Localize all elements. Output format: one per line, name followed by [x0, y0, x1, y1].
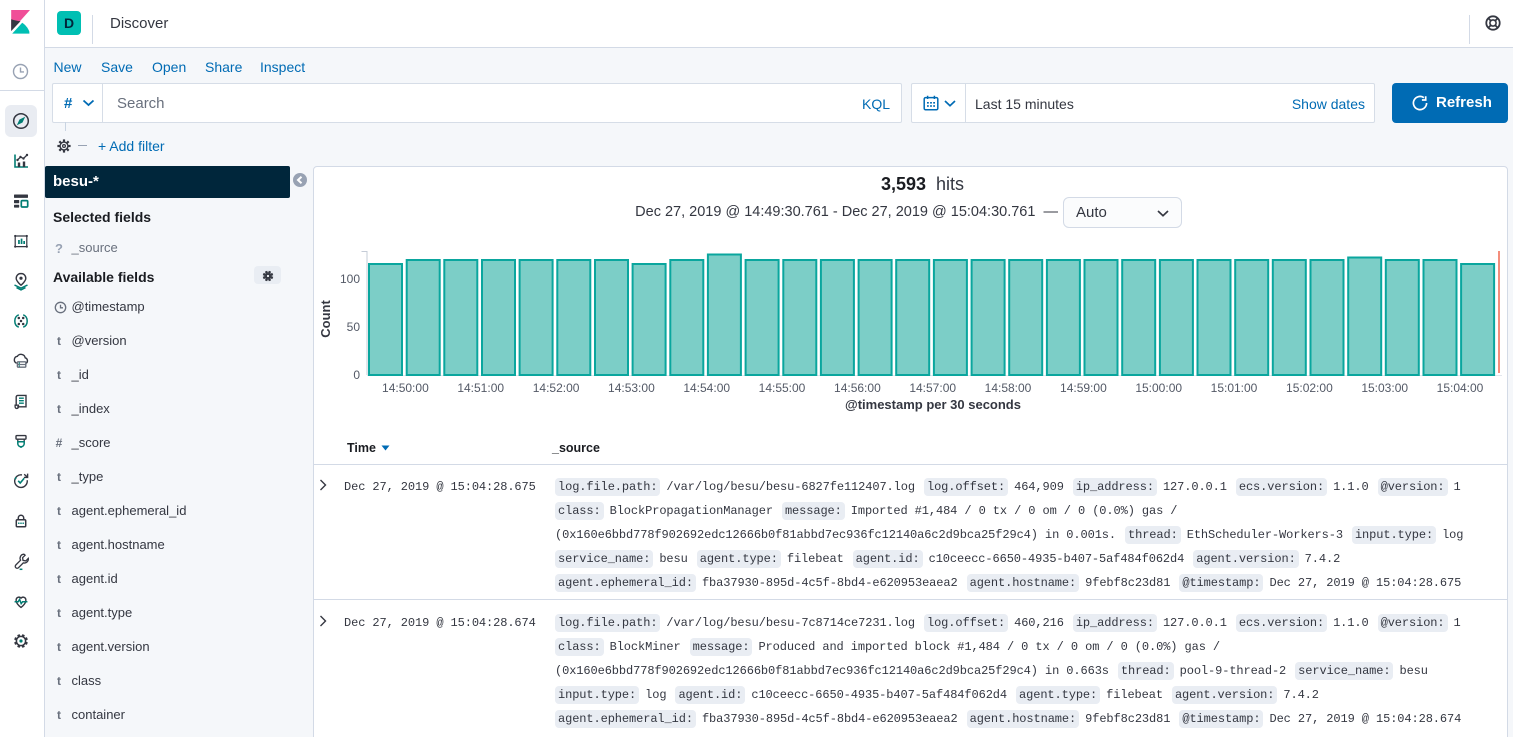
- svg-text:15:02:00: 15:02:00: [1286, 381, 1333, 395]
- svg-text:14:50:00: 14:50:00: [382, 381, 429, 395]
- svg-text:14:58:00: 14:58:00: [985, 381, 1032, 395]
- svg-text:15:00:00: 15:00:00: [1135, 381, 1182, 395]
- svg-text:14:56:00: 14:56:00: [834, 381, 881, 395]
- svg-text:15:03:00: 15:03:00: [1361, 381, 1408, 395]
- svg-text:14:54:00: 14:54:00: [683, 381, 730, 395]
- svg-text:14:57:00: 14:57:00: [909, 381, 956, 395]
- svg-text:100: 100: [340, 272, 360, 286]
- svg-text:14:55:00: 14:55:00: [759, 381, 806, 395]
- svg-text:@timestamp per 30 seconds: @timestamp per 30 seconds: [845, 397, 1021, 412]
- svg-text:14:51:00: 14:51:00: [457, 381, 504, 395]
- svg-text:0: 0: [353, 368, 360, 382]
- svg-text:15:04:00: 15:04:00: [1437, 381, 1484, 395]
- svg-text:Count: Count: [318, 300, 333, 338]
- svg-text:14:52:00: 14:52:00: [533, 381, 580, 395]
- svg-text:15:01:00: 15:01:00: [1211, 381, 1258, 395]
- svg-text:50: 50: [347, 320, 361, 334]
- svg-text:14:53:00: 14:53:00: [608, 381, 655, 395]
- svg-text:14:59:00: 14:59:00: [1060, 381, 1107, 395]
